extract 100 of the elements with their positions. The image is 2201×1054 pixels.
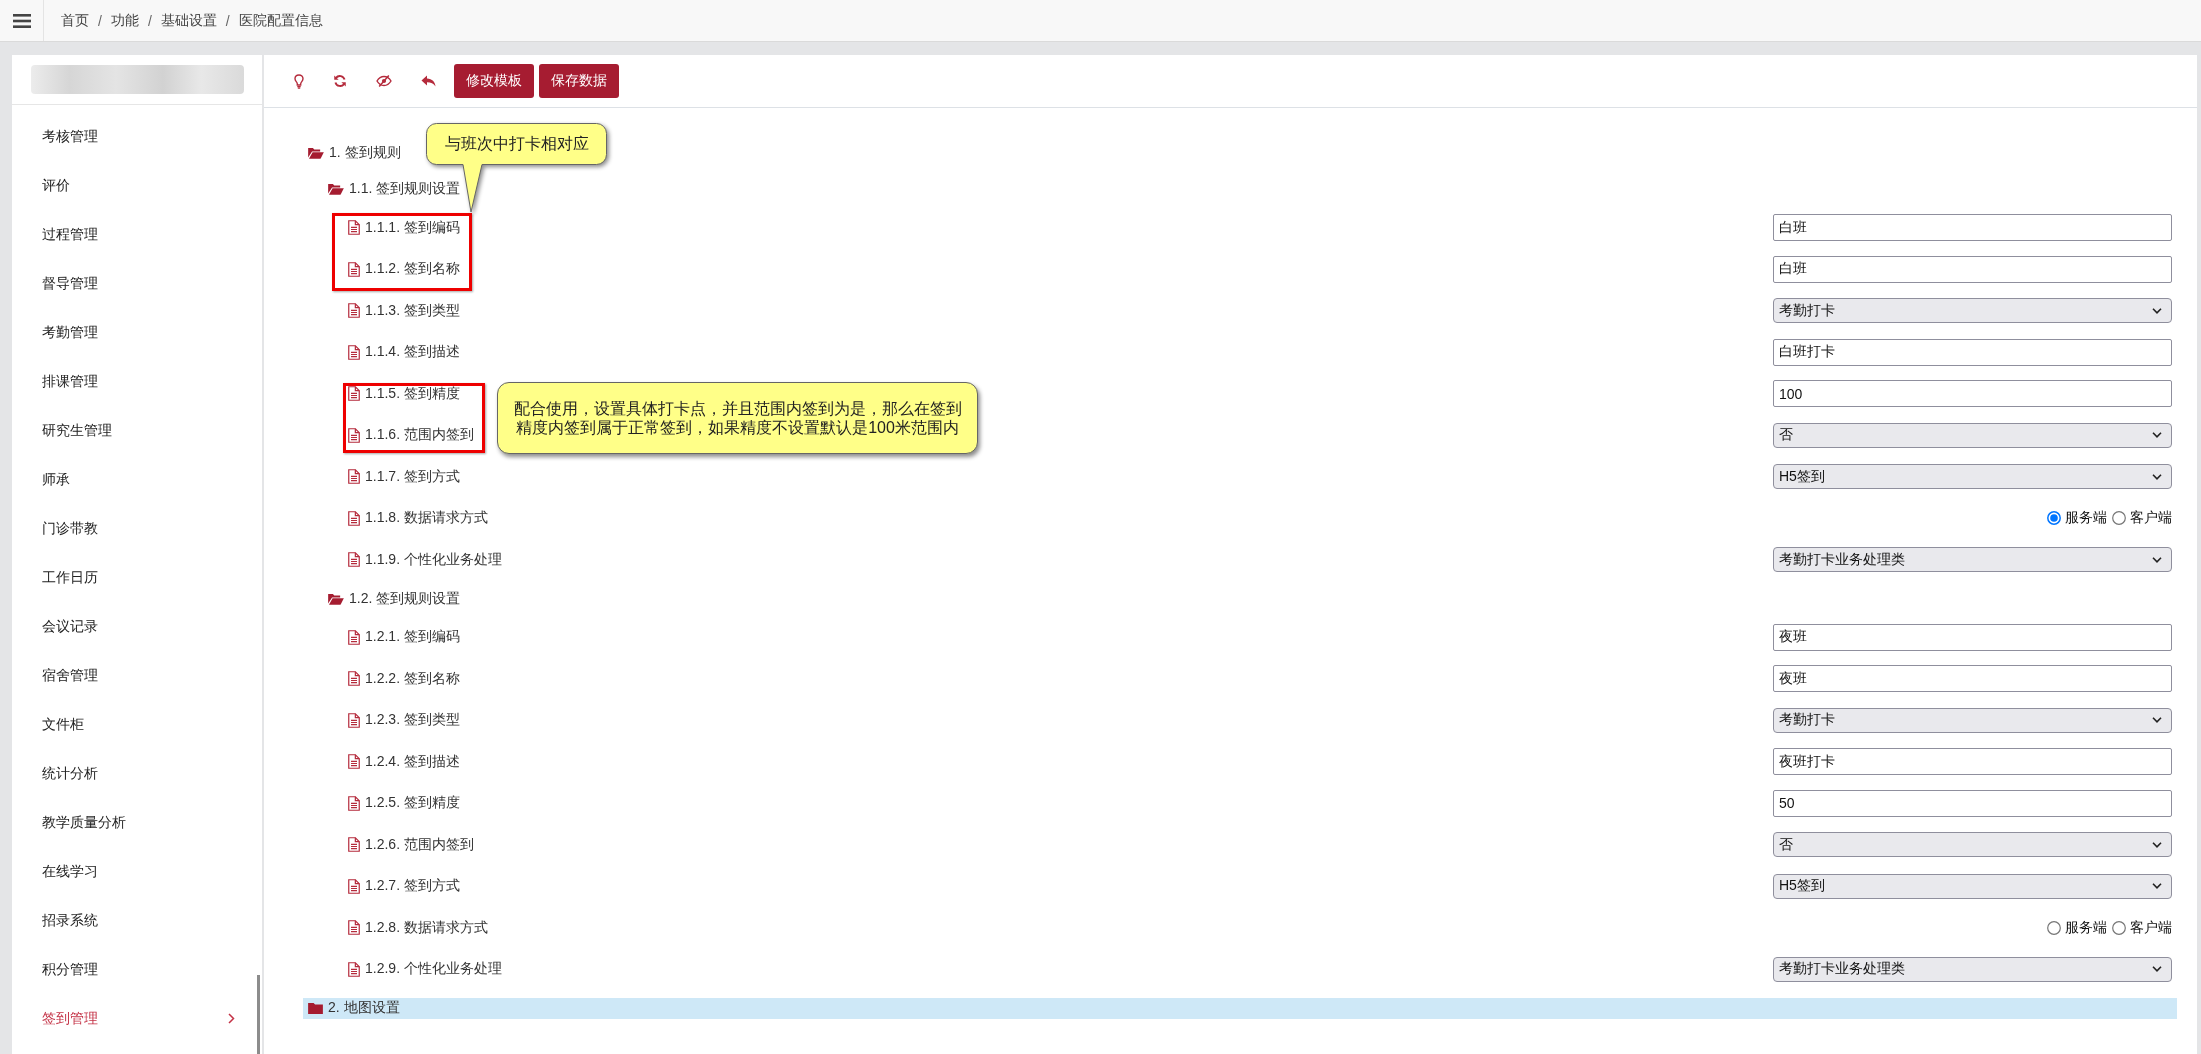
tree-item[interactable]: 1.1. 签到规则设置 bbox=[323, 178, 466, 200]
sidebar-item[interactable]: 师承 bbox=[12, 455, 262, 504]
dropdown[interactable]: 考勤打卡业务处理类 bbox=[1773, 547, 2172, 573]
text-field[interactable]: 夜班打卡 bbox=[1773, 748, 2172, 776]
tree-item[interactable]: 1.2.6. 范围内签到 bbox=[343, 834, 479, 856]
breadcrumb-link[interactable]: 基础设置 bbox=[160, 11, 217, 30]
breadcrumb-separator: / bbox=[147, 12, 152, 29]
document-icon bbox=[348, 671, 360, 687]
document-icon bbox=[348, 469, 360, 485]
chevron-down-icon bbox=[2152, 432, 2162, 439]
eye-slash-icon[interactable] bbox=[376, 75, 392, 87]
radio-option[interactable]: 客户端 bbox=[2112, 918, 2172, 937]
sidebar-item[interactable]: 研究生管理 bbox=[12, 406, 262, 455]
sidebar-item[interactable]: 工作日历 bbox=[12, 553, 262, 602]
text-field[interactable]: 夜班 bbox=[1773, 623, 2172, 651]
radio-icon[interactable] bbox=[2047, 511, 2061, 526]
tree-item[interactable]: 1.2.5. 签到精度 bbox=[343, 792, 465, 814]
tree-item[interactable]: 1.2.7. 签到方式 bbox=[343, 875, 465, 897]
tree-item[interactable]: 1.1.9. 个性化业务处理 bbox=[343, 549, 507, 571]
document-icon bbox=[348, 303, 360, 319]
toolbar-button[interactable]: 修改模板 bbox=[454, 64, 534, 98]
dropdown[interactable]: H5签到 bbox=[1773, 873, 2172, 899]
dropdown[interactable]: 考勤打卡 bbox=[1773, 707, 2172, 733]
breadcrumb-link[interactable]: 首页 bbox=[61, 11, 89, 30]
sidebar-item[interactable]: 门诊带教 bbox=[12, 504, 262, 553]
sidebar-item[interactable]: 文件柜 bbox=[12, 700, 262, 749]
sidebar-item[interactable]: 评价 bbox=[12, 161, 262, 210]
tree-item[interactable]: 1.2.9. 个性化业务处理 bbox=[343, 958, 507, 980]
document-icon bbox=[348, 754, 360, 770]
chevron-right-icon bbox=[228, 1013, 235, 1024]
tree-item[interactable]: 1.1.3. 签到类型 bbox=[343, 300, 465, 322]
text-field[interactable]: 白班 bbox=[1773, 255, 2172, 283]
callout: 配合使用，设置具体打卡点，并且范围内签到为是，那么在签到 精度内签到属于正常签到，如果精度不设置默认是100米范围内 bbox=[497, 382, 978, 454]
radio-option[interactable]: 服务端 bbox=[2047, 918, 2107, 937]
document-icon bbox=[348, 261, 360, 277]
tree-item[interactable]: 1.1.6. 范围内签到 bbox=[343, 424, 479, 446]
scrollbar-thumb[interactable] bbox=[257, 975, 260, 1054]
breadcrumb-link[interactable]: 功能 bbox=[110, 11, 139, 30]
radio-icon[interactable] bbox=[2112, 920, 2126, 935]
text-field[interactable]: 50 bbox=[1773, 789, 2172, 817]
chevron-down-icon bbox=[2152, 556, 2162, 563]
tree-item[interactable]: 1. 签到规则 bbox=[303, 142, 406, 164]
document-icon bbox=[348, 837, 360, 853]
breadcrumb-separator: / bbox=[225, 12, 230, 29]
dropdown[interactable]: 否 bbox=[1773, 832, 2172, 858]
sidebar-item[interactable]: 招录系统 bbox=[12, 896, 262, 945]
refresh-icon[interactable] bbox=[333, 74, 347, 88]
radio-option[interactable]: 客户端 bbox=[2112, 509, 2172, 528]
breadcrumb-link[interactable]: 医院配置信息 bbox=[238, 11, 323, 30]
radio-option[interactable]: 服务端 bbox=[2047, 509, 2107, 528]
text-field[interactable]: 白班打卡 bbox=[1773, 338, 2172, 366]
toolbar-button[interactable]: 保存数据 bbox=[539, 64, 619, 98]
sidebar-item[interactable]: 积分管理 bbox=[12, 945, 262, 994]
lightbulb-icon[interactable] bbox=[294, 73, 304, 89]
text-field[interactable]: 100 bbox=[1773, 380, 2172, 408]
document-icon bbox=[348, 386, 360, 402]
reply-arrow-icon[interactable] bbox=[421, 75, 436, 87]
text-field[interactable]: 白班 bbox=[1773, 214, 2172, 242]
tree-item[interactable]: 1.2. 签到规则设置 bbox=[323, 588, 466, 609]
tree-item[interactable]: 1.1.2. 签到名称 bbox=[343, 258, 465, 280]
tree-item[interactable]: 1.2.2. 签到名称 bbox=[343, 668, 465, 690]
tree-item[interactable]: 1.2.3. 签到类型 bbox=[343, 709, 465, 731]
sidebar-item[interactable]: 过程管理 bbox=[12, 210, 262, 259]
chevron-down-icon bbox=[2152, 841, 2162, 848]
document-icon bbox=[348, 552, 360, 568]
chevron-down-icon bbox=[2152, 883, 2162, 890]
sidebar-item[interactable]: 考核管理 bbox=[12, 112, 262, 161]
tree-item[interactable]: 2. 地图设置 bbox=[303, 997, 2177, 1019]
chevron-down-icon bbox=[2152, 966, 2162, 973]
document-icon bbox=[348, 427, 360, 443]
sidebar-item[interactable]: 督导管理 bbox=[12, 259, 262, 308]
document-icon bbox=[348, 344, 360, 360]
tree-item[interactable]: 1.2.1. 签到编码 bbox=[343, 626, 465, 648]
tree-item[interactable]: 1.1.8. 数据请求方式 bbox=[343, 507, 493, 529]
sidebar-item[interactable]: 教学质量分析 bbox=[12, 798, 262, 847]
text-field[interactable]: 夜班 bbox=[1773, 665, 2172, 693]
sidebar-item[interactable]: 会议记录 bbox=[12, 602, 262, 651]
menu-icon[interactable] bbox=[12, 13, 31, 28]
sidebar-item[interactable]: 考勤管理 bbox=[12, 308, 262, 357]
tree-item[interactable]: 1.1.7. 签到方式 bbox=[343, 466, 465, 488]
dropdown[interactable]: H5签到 bbox=[1773, 464, 2172, 490]
dropdown[interactable]: 考勤打卡 bbox=[1773, 298, 2172, 324]
sidebar-item[interactable]: 在线学习 bbox=[12, 847, 262, 896]
tree-item[interactable]: 1.1.4. 签到描述 bbox=[343, 341, 465, 363]
document-icon bbox=[348, 220, 360, 236]
chevron-down-icon bbox=[2152, 717, 2162, 724]
sidebar-item[interactable]: 统计分析 bbox=[12, 749, 262, 798]
sidebar-item[interactable]: 签到管理 bbox=[12, 994, 262, 1043]
document-icon bbox=[348, 920, 360, 936]
sidebar-item[interactable]: 宿舍管理 bbox=[12, 651, 262, 700]
tree-item[interactable]: 1.2.4. 签到描述 bbox=[343, 751, 465, 773]
dropdown[interactable]: 考勤打卡业务处理类 bbox=[1773, 956, 2172, 982]
sidebar-item[interactable]: 排课管理 bbox=[12, 357, 262, 406]
tree-item[interactable]: 1.1.1. 签到编码 bbox=[343, 217, 465, 239]
tree-item[interactable]: 1.1.5. 签到精度 bbox=[343, 383, 465, 405]
radio-icon[interactable] bbox=[2112, 511, 2126, 526]
dropdown[interactable]: 否 bbox=[1773, 422, 2172, 448]
chevron-down-icon bbox=[2152, 307, 2162, 314]
radio-icon[interactable] bbox=[2047, 920, 2061, 935]
tree-item[interactable]: 1.2.8. 数据请求方式 bbox=[343, 917, 493, 939]
